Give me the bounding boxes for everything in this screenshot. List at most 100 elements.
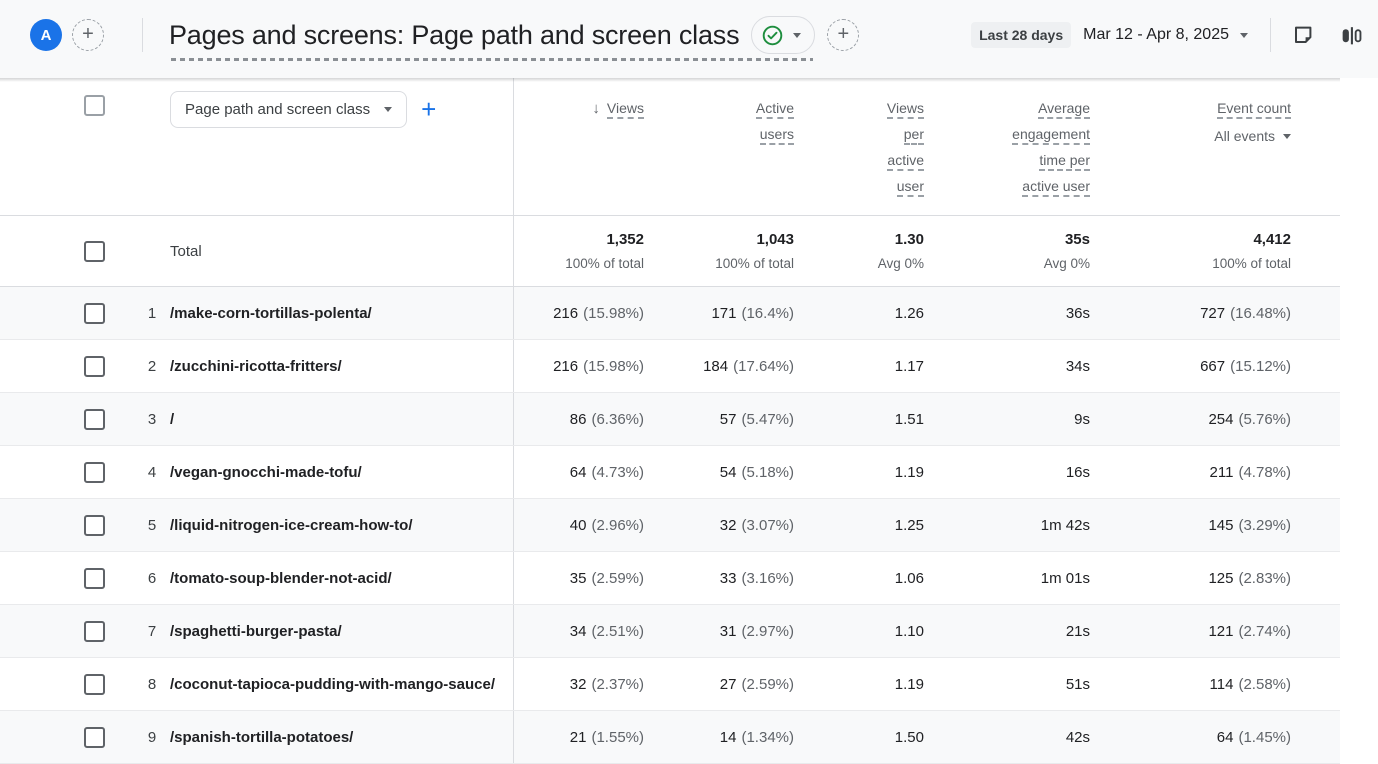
column-header-line: Event count xyxy=(1090,95,1291,121)
metric-value: 211 xyxy=(1210,464,1234,481)
page-path: /spaghetti-burger-pasta/ xyxy=(170,605,513,657)
metric-value-cell: 254(5.76%) xyxy=(1090,393,1291,445)
add-property-button[interactable]: + xyxy=(72,19,104,51)
metric-value-cell: 125(2.83%) xyxy=(1090,552,1291,604)
column-header-line: Views xyxy=(794,95,924,121)
chevron-down-icon xyxy=(1240,33,1248,38)
metric-value-cell: 32(2.37%) xyxy=(513,658,644,710)
metric-percent: (2.51%) xyxy=(591,623,644,640)
metric-value: 1.10 xyxy=(895,623,924,640)
page-path-text: /spaghetti-burger-pasta/ xyxy=(170,621,342,642)
row-checkbox[interactable] xyxy=(84,303,105,324)
metric-percent: (2.74%) xyxy=(1238,623,1291,640)
metric-value-cell: 32(3.07%) xyxy=(644,499,794,551)
page-path: /spanish-tortilla-potatoes/ xyxy=(170,711,513,763)
select-all-checkbox[interactable] xyxy=(84,95,105,116)
total-avg-engagement-time: 35sAvg 0% xyxy=(924,216,1090,286)
metric-value: 1.19 xyxy=(895,676,924,693)
column-header-word: Views xyxy=(887,100,924,119)
column-header-event-count[interactable]: Event count All events xyxy=(1090,78,1291,215)
metric-value-cell: 1m 01s xyxy=(924,552,1090,604)
metric-value-cell: 33(3.16%) xyxy=(644,552,794,604)
row-checkbox-cell xyxy=(84,287,134,339)
row-number: 3 xyxy=(134,393,170,445)
add-dimension-button[interactable]: + xyxy=(417,96,440,122)
column-header-word: Event count xyxy=(1217,100,1291,119)
row-checkbox[interactable] xyxy=(84,621,105,642)
column-header-line: active user xyxy=(924,173,1090,199)
table-row: 3/86(6.36%)57(5.47%)1.519s254(5.76%) xyxy=(0,393,1340,446)
metric-value-cell: 21(1.55%) xyxy=(513,711,644,763)
row-number: 9 xyxy=(134,711,170,763)
metric-value-cell: 57(5.47%) xyxy=(644,393,794,445)
metric-value-cell: 27(2.59%) xyxy=(644,658,794,710)
total-sublabel: Avg 0% xyxy=(878,256,924,271)
chevron-down-icon xyxy=(793,33,801,38)
total-value: 4,412 xyxy=(1253,231,1291,249)
metric-percent: (2.96%) xyxy=(591,517,644,534)
column-header-line: engagement xyxy=(924,121,1090,147)
metric-percent: (2.58%) xyxy=(1238,676,1291,693)
metric-value: 1.19 xyxy=(895,464,924,481)
column-header-avg-engagement-time[interactable]: Averageengagementtime peractive user xyxy=(924,78,1090,215)
metric-value: 57 xyxy=(720,411,737,428)
report-status-dropdown[interactable] xyxy=(751,16,815,54)
metric-value-cell: 1.10 xyxy=(794,605,924,657)
report-header: A + Pages and screens: Page path and scr… xyxy=(0,0,1378,78)
metric-value: 34 xyxy=(570,623,587,640)
column-header-word: engagement xyxy=(1012,126,1090,145)
total-checkbox[interactable] xyxy=(84,241,105,262)
metric-value-cell: 1m 42s xyxy=(924,499,1090,551)
metric-value-cell: 121(2.74%) xyxy=(1090,605,1291,657)
avatar[interactable]: A xyxy=(30,19,62,51)
total-event-count: 4,412100% of total xyxy=(1090,216,1291,286)
header-checkbox-cell xyxy=(84,78,134,215)
table-row: 9/spanish-tortilla-potatoes/21(1.55%)14(… xyxy=(0,711,1340,764)
column-header-active-users[interactable]: Activeusers xyxy=(644,78,794,215)
metric-percent: (15.12%) xyxy=(1230,358,1291,375)
column-header-line: Average xyxy=(924,95,1090,121)
column-header-word: Active xyxy=(756,100,794,119)
sort-descending-icon: ↓ xyxy=(592,100,600,117)
row-checkbox[interactable] xyxy=(84,356,105,377)
column-header-views[interactable]: ↓ Views xyxy=(513,78,644,215)
metric-percent: (5.18%) xyxy=(741,464,794,481)
metric-value-cell: 42s xyxy=(924,711,1090,763)
table-row: 7/spaghetti-burger-pasta/34(2.51%)31(2.9… xyxy=(0,605,1340,658)
metric-value: 33 xyxy=(720,570,737,587)
row-checkbox[interactable] xyxy=(84,515,105,536)
comparison-toggle-button[interactable] xyxy=(1335,19,1368,52)
total-value: 35s xyxy=(1065,231,1090,249)
add-comparison-button[interactable]: + xyxy=(827,19,859,51)
row-checkbox[interactable] xyxy=(84,409,105,430)
metric-value: 16s xyxy=(1066,464,1090,481)
page-path: /liquid-nitrogen-ice-cream-how-to/ xyxy=(170,499,513,551)
page-title: Pages and screens: Page path and screen … xyxy=(169,20,739,51)
metric-value-cell: 1.19 xyxy=(794,658,924,710)
spacer xyxy=(134,78,170,215)
row-checkbox[interactable] xyxy=(84,727,105,748)
metric-value: 171 xyxy=(711,305,736,322)
metric-value-cell: 114(2.58%) xyxy=(1090,658,1291,710)
page-path: /make-corn-tortillas-polenta/ xyxy=(170,287,513,339)
row-number: 7 xyxy=(134,605,170,657)
metric-value: 86 xyxy=(570,411,587,428)
row-checkbox[interactable] xyxy=(84,462,105,483)
notes-button[interactable] xyxy=(1287,19,1319,51)
event-filter-dropdown[interactable]: All events xyxy=(1090,125,1291,147)
dimension-selector[interactable]: Page path and screen class xyxy=(170,91,407,128)
page-path-text: /vegan-gnocchi-made-tofu/ xyxy=(170,462,362,483)
date-range-picker[interactable]: Last 28 days Mar 12 - Apr 8, 2025 xyxy=(971,22,1248,48)
total-label: Total xyxy=(170,216,513,286)
metric-value: 1.17 xyxy=(895,358,924,375)
column-header-word: Views xyxy=(607,100,644,119)
total-checkbox-cell xyxy=(84,216,134,286)
column-header-line: Active xyxy=(644,95,794,121)
row-number: 1 xyxy=(134,287,170,339)
page-path: / xyxy=(170,393,513,445)
column-header-views-per-active-user[interactable]: Viewsperactiveuser xyxy=(794,78,924,215)
row-checkbox[interactable] xyxy=(84,568,105,589)
row-checkbox[interactable] xyxy=(84,674,105,695)
column-header-word: user xyxy=(897,178,924,197)
metric-value-cell: 64(4.73%) xyxy=(513,446,644,498)
